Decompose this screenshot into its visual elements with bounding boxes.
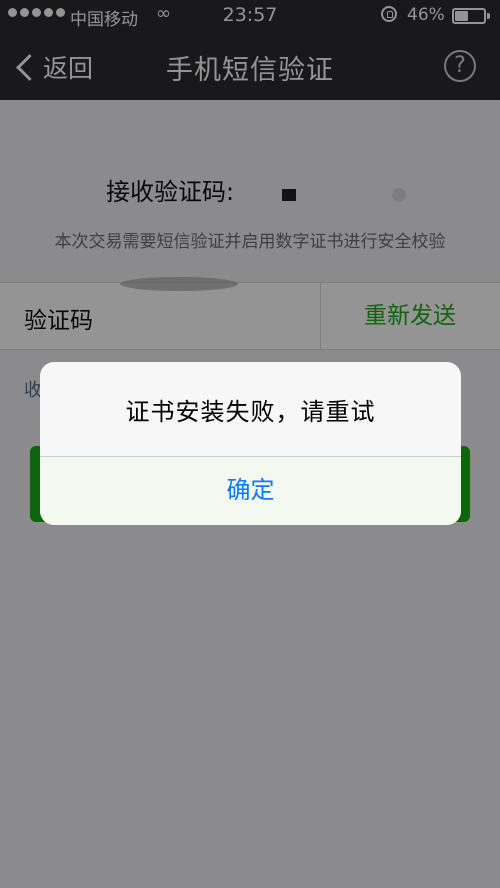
alert-dialog: 证书安装失败，请重试 确定 bbox=[40, 362, 461, 525]
alert-message: 证书安装失败，请重试 bbox=[125, 398, 376, 426]
alert-ok-button[interactable]: 确定 bbox=[40, 457, 461, 525]
